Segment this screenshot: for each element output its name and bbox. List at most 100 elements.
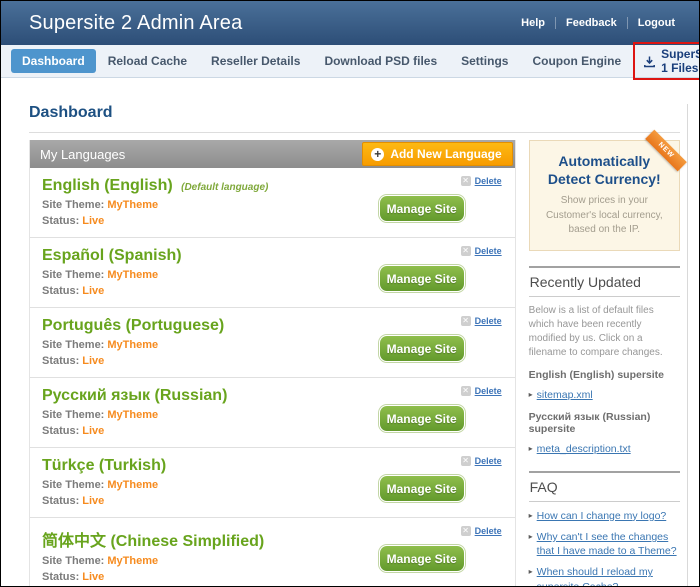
language-row-english: English (English) (Default language) Sit… (30, 168, 515, 238)
tab-reseller-details[interactable]: Reseller Details (199, 49, 312, 73)
delete-link[interactable]: ✕ Delete (461, 176, 502, 186)
delete-link[interactable]: ✕ Delete (461, 386, 502, 396)
app-window: Supersite 2 Admin Area Help Feedback Log… (0, 0, 700, 587)
currency-promo-body: Show prices in your Customer's local cur… (538, 194, 671, 238)
logout-link[interactable]: Logout (628, 17, 685, 29)
help-link[interactable]: Help (511, 17, 555, 29)
site-theme-value: MyTheme (107, 555, 158, 567)
manage-site-button[interactable]: Manage Site (379, 335, 465, 362)
header-links: Help Feedback Logout (511, 17, 685, 29)
status-label: Status: (42, 285, 79, 297)
tab-download-psd-files[interactable]: Download PSD files (312, 49, 449, 73)
recently-updated-title: Recently Updated (529, 268, 680, 297)
site-theme-label: Site Theme: (42, 409, 104, 421)
language-name: 简体中文 (Chinese Simplified) (42, 533, 264, 550)
language-name: Русский язык (Russian) (42, 387, 227, 404)
recently-updated-section: Recently Updated Below is a list of defa… (529, 266, 680, 456)
faq-link-theme-changes[interactable]: Why can't I see the changes that I have … (537, 530, 680, 558)
currency-promo-box[interactable]: NEW Automatically Detect Currency! Show … (529, 140, 680, 251)
language-name: Português (Portuguese) (42, 317, 224, 334)
status-value: Live (82, 571, 104, 583)
arrow-bullet-icon: ▸ (529, 442, 533, 455)
arrow-bullet-icon: ▸ (529, 530, 533, 543)
delete-label: Delete (475, 386, 502, 396)
supersite-1-files-label: SuperSite 1 Files (661, 47, 700, 75)
arrow-bullet-icon: ▸ (529, 565, 533, 578)
language-name: Español (Spanish) (42, 247, 182, 264)
tab-settings[interactable]: Settings (449, 49, 520, 73)
arrow-bullet-icon: ▸ (529, 509, 533, 522)
tab-coupon-engine[interactable]: Coupon Engine (520, 49, 633, 73)
language-row-turkish: Türkçe (Turkish) Site Theme:MyTheme Stat… (30, 448, 515, 518)
feedback-link[interactable]: Feedback (556, 17, 627, 29)
file-link-sitemap[interactable]: sitemap.xml (537, 388, 593, 402)
language-row-spanish: Español (Spanish) Site Theme:MyTheme Sta… (30, 238, 515, 308)
language-row-portuguese: Português (Portuguese) Site Theme:MyThem… (30, 308, 515, 378)
faq-link-reload-cache[interactable]: When should I reload my supersite Cache? (537, 565, 680, 587)
status-value: Live (82, 355, 104, 367)
status-value: Live (82, 495, 104, 507)
site-theme-value: MyTheme (107, 409, 158, 421)
top-header: Supersite 2 Admin Area Help Feedback Log… (1, 1, 699, 45)
annotation-highlight: SuperSite 1 Files (633, 42, 700, 80)
manage-site-button[interactable]: Manage Site (379, 405, 465, 432)
file-link-meta-description[interactable]: meta_description.txt (537, 442, 631, 456)
language-row-chinese-simplified: 简体中文 (Chinese Simplified) Site Theme:MyT… (30, 518, 515, 587)
default-language-note: (Default language) (181, 182, 268, 193)
my-languages-header: My Languages + Add New Language (30, 140, 515, 168)
my-languages-panel: My Languages + Add New Language English … (29, 140, 516, 587)
file-group-heading: Русский язык (Russian) supersite (529, 411, 680, 435)
status-value: Live (82, 425, 104, 437)
site-theme-value: MyTheme (107, 479, 158, 491)
add-new-language-label: Add New Language (390, 147, 501, 161)
app-title: Supersite 2 Admin Area (29, 12, 511, 35)
main-column: My Languages + Add New Language English … (29, 133, 516, 587)
tab-dashboard[interactable]: Dashboard (11, 49, 96, 73)
delete-label: Delete (475, 456, 502, 466)
status-label: Status: (42, 215, 79, 227)
currency-promo-title: Automatically Detect Currency! (538, 153, 671, 188)
faq-link-change-logo[interactable]: How can I change my logo? (537, 509, 667, 523)
delete-label: Delete (475, 246, 502, 256)
manage-site-button[interactable]: Manage Site (379, 195, 465, 222)
manage-site-button[interactable]: Manage Site (379, 475, 465, 502)
tab-reload-cache[interactable]: Reload Cache (96, 49, 199, 73)
delete-icon: ✕ (461, 526, 471, 536)
status-label: Status: (42, 571, 79, 583)
delete-link[interactable]: ✕ Delete (461, 526, 502, 536)
site-theme-label: Site Theme: (42, 339, 104, 351)
delete-link[interactable]: ✕ Delete (461, 246, 502, 256)
delete-label: Delete (475, 176, 502, 186)
delete-link[interactable]: ✕ Delete (461, 316, 502, 326)
plus-icon: + (371, 148, 384, 161)
site-theme-label: Site Theme: (42, 199, 104, 211)
language-row-russian: Русский язык (Russian) Site Theme:MyThem… (30, 378, 515, 448)
delete-icon: ✕ (461, 246, 471, 256)
page-title: Dashboard (29, 104, 680, 122)
nav-bar: Dashboard Reload Cache Reseller Details … (1, 45, 699, 78)
manage-site-button[interactable]: Manage Site (379, 265, 465, 292)
status-value: Live (82, 215, 104, 227)
delete-label: Delete (475, 526, 502, 536)
supersite-1-files-button[interactable]: SuperSite 1 Files (643, 47, 700, 75)
delete-link[interactable]: ✕ Delete (461, 456, 502, 466)
arrow-bullet-icon: ▸ (529, 388, 533, 401)
download-icon (643, 55, 656, 68)
add-new-language-button[interactable]: + Add New Language (362, 142, 512, 166)
content-area: Dashboard My Languages + Add New Languag… (1, 104, 688, 587)
faq-title: FAQ (529, 473, 680, 502)
site-theme-value: MyTheme (107, 339, 158, 351)
recently-updated-intro: Below is a list of default files which h… (529, 304, 680, 360)
delete-label: Delete (475, 316, 502, 326)
status-label: Status: (42, 425, 79, 437)
sidebar: NEW Automatically Detect Currency! Show … (529, 133, 680, 587)
delete-icon: ✕ (461, 316, 471, 326)
status-value: Live (82, 285, 104, 297)
file-group-heading: English (English) supersite (529, 369, 680, 381)
manage-site-button[interactable]: Manage Site (379, 545, 465, 572)
site-theme-label: Site Theme: (42, 479, 104, 491)
site-theme-value: MyTheme (107, 269, 158, 281)
site-theme-value: MyTheme (107, 199, 158, 211)
delete-icon: ✕ (461, 386, 471, 396)
delete-icon: ✕ (461, 176, 471, 186)
